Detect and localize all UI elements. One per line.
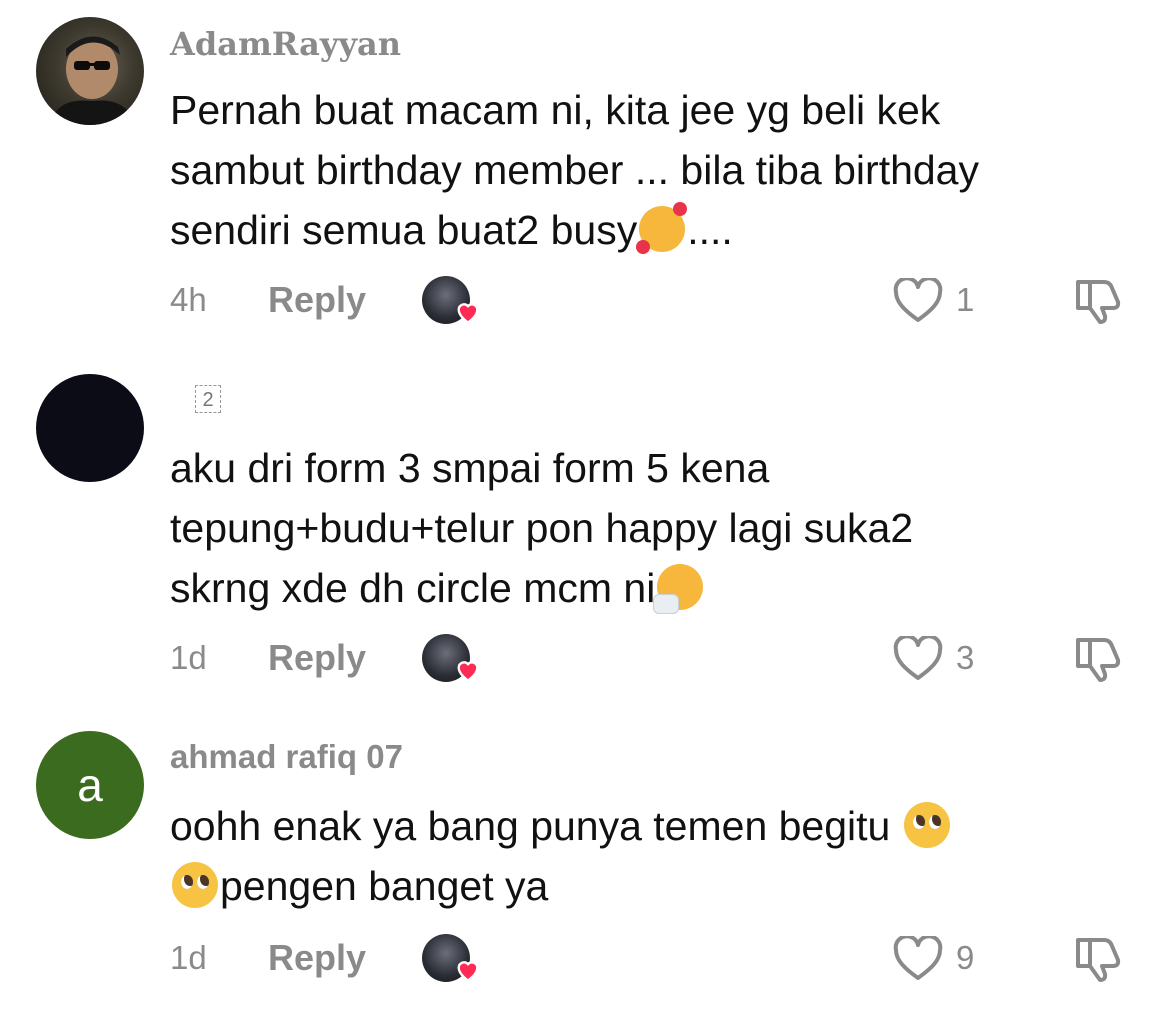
pleading-face-emoji <box>172 862 218 908</box>
comment-actions: 1d Reply 9 <box>0 930 1170 986</box>
reply-button[interactable]: Reply <box>268 930 366 986</box>
thumbs-down-icon[interactable] <box>1072 632 1124 684</box>
creator-liked-badge <box>422 276 479 324</box>
like-count: 3 <box>956 639 975 676</box>
smiling-face-with-hearts-emoji <box>636 202 688 254</box>
avatar[interactable] <box>36 374 144 482</box>
avatar[interactable]: a <box>36 731 144 839</box>
reply-button[interactable]: Reply <box>268 272 366 328</box>
heart-outline-icon[interactable] <box>892 936 944 982</box>
creator-liked-heart-icon <box>457 961 479 982</box>
comment-username[interactable]: 2 <box>195 385 221 413</box>
reply-button[interactable]: Reply <box>268 630 366 686</box>
comment-text-segment: .... <box>687 207 733 253</box>
heart-outline-icon[interactable] <box>892 278 944 324</box>
like-count: 1 <box>956 281 975 318</box>
comment-time: 1d <box>170 939 207 976</box>
comment-text-line: skrng xde dh circle mcm ni <box>170 558 1130 618</box>
like-count: 9 <box>956 939 975 976</box>
comment-actions: 1d Reply 3 <box>0 630 1170 686</box>
comment-text-segment: pengen banget ya <box>220 863 549 909</box>
comment-text-line: Pernah buat macam ni, kita jee yg beli k… <box>170 87 941 133</box>
creator-liked-heart-icon <box>457 661 479 682</box>
comment-time: 4h <box>170 281 207 318</box>
comment-text-line: tepung+budu+telur pon happy lagi suka2 <box>170 505 914 551</box>
creator-liked-badge <box>422 634 479 682</box>
thumbs-down-icon[interactable] <box>1072 932 1124 984</box>
comment-text-segment: skrng xde dh circle mcm ni <box>170 565 656 611</box>
comment-text: aku dri form 3 smpai form 5 kena tepung+… <box>170 438 1130 618</box>
comment-text-segment: sendiri semua buat2 busy <box>170 207 638 253</box>
comment-text-line: oohh enak ya bang punya temen begitu <box>170 796 1130 856</box>
comment-text: oohh enak ya bang punya temen begitu pen… <box>170 796 1130 916</box>
creator-liked-heart-icon <box>457 303 479 324</box>
pleading-face-emoji <box>903 802 950 848</box>
heart-outline-icon[interactable] <box>892 636 944 682</box>
comment-text-line: sambut birthday member ... bila tiba bir… <box>170 147 979 193</box>
comment-text-segment: oohh enak ya bang punya temen begitu <box>170 803 891 849</box>
profile-photo-icon <box>50 36 134 125</box>
comment-actions: 4h Reply 1 <box>0 272 1170 328</box>
comment-time: 1d <box>170 639 207 676</box>
comment-text-line: pengen banget ya <box>170 856 1130 916</box>
comment-text-line: aku dri form 3 smpai form 5 kena <box>170 445 770 491</box>
comment-text: Pernah buat macam ni, kita jee yg beli k… <box>170 80 1130 260</box>
creator-liked-badge <box>422 934 479 982</box>
sneezing-face-emoji <box>653 564 704 614</box>
avatar[interactable] <box>36 17 144 125</box>
comment-text-line: sendiri semua buat2 busy.... <box>170 200 1130 260</box>
thumbs-down-icon[interactable] <box>1072 274 1124 326</box>
comment-username[interactable]: AdamRayyan <box>170 25 401 63</box>
comment-username[interactable]: ahmad rafiq 07 <box>170 738 403 776</box>
